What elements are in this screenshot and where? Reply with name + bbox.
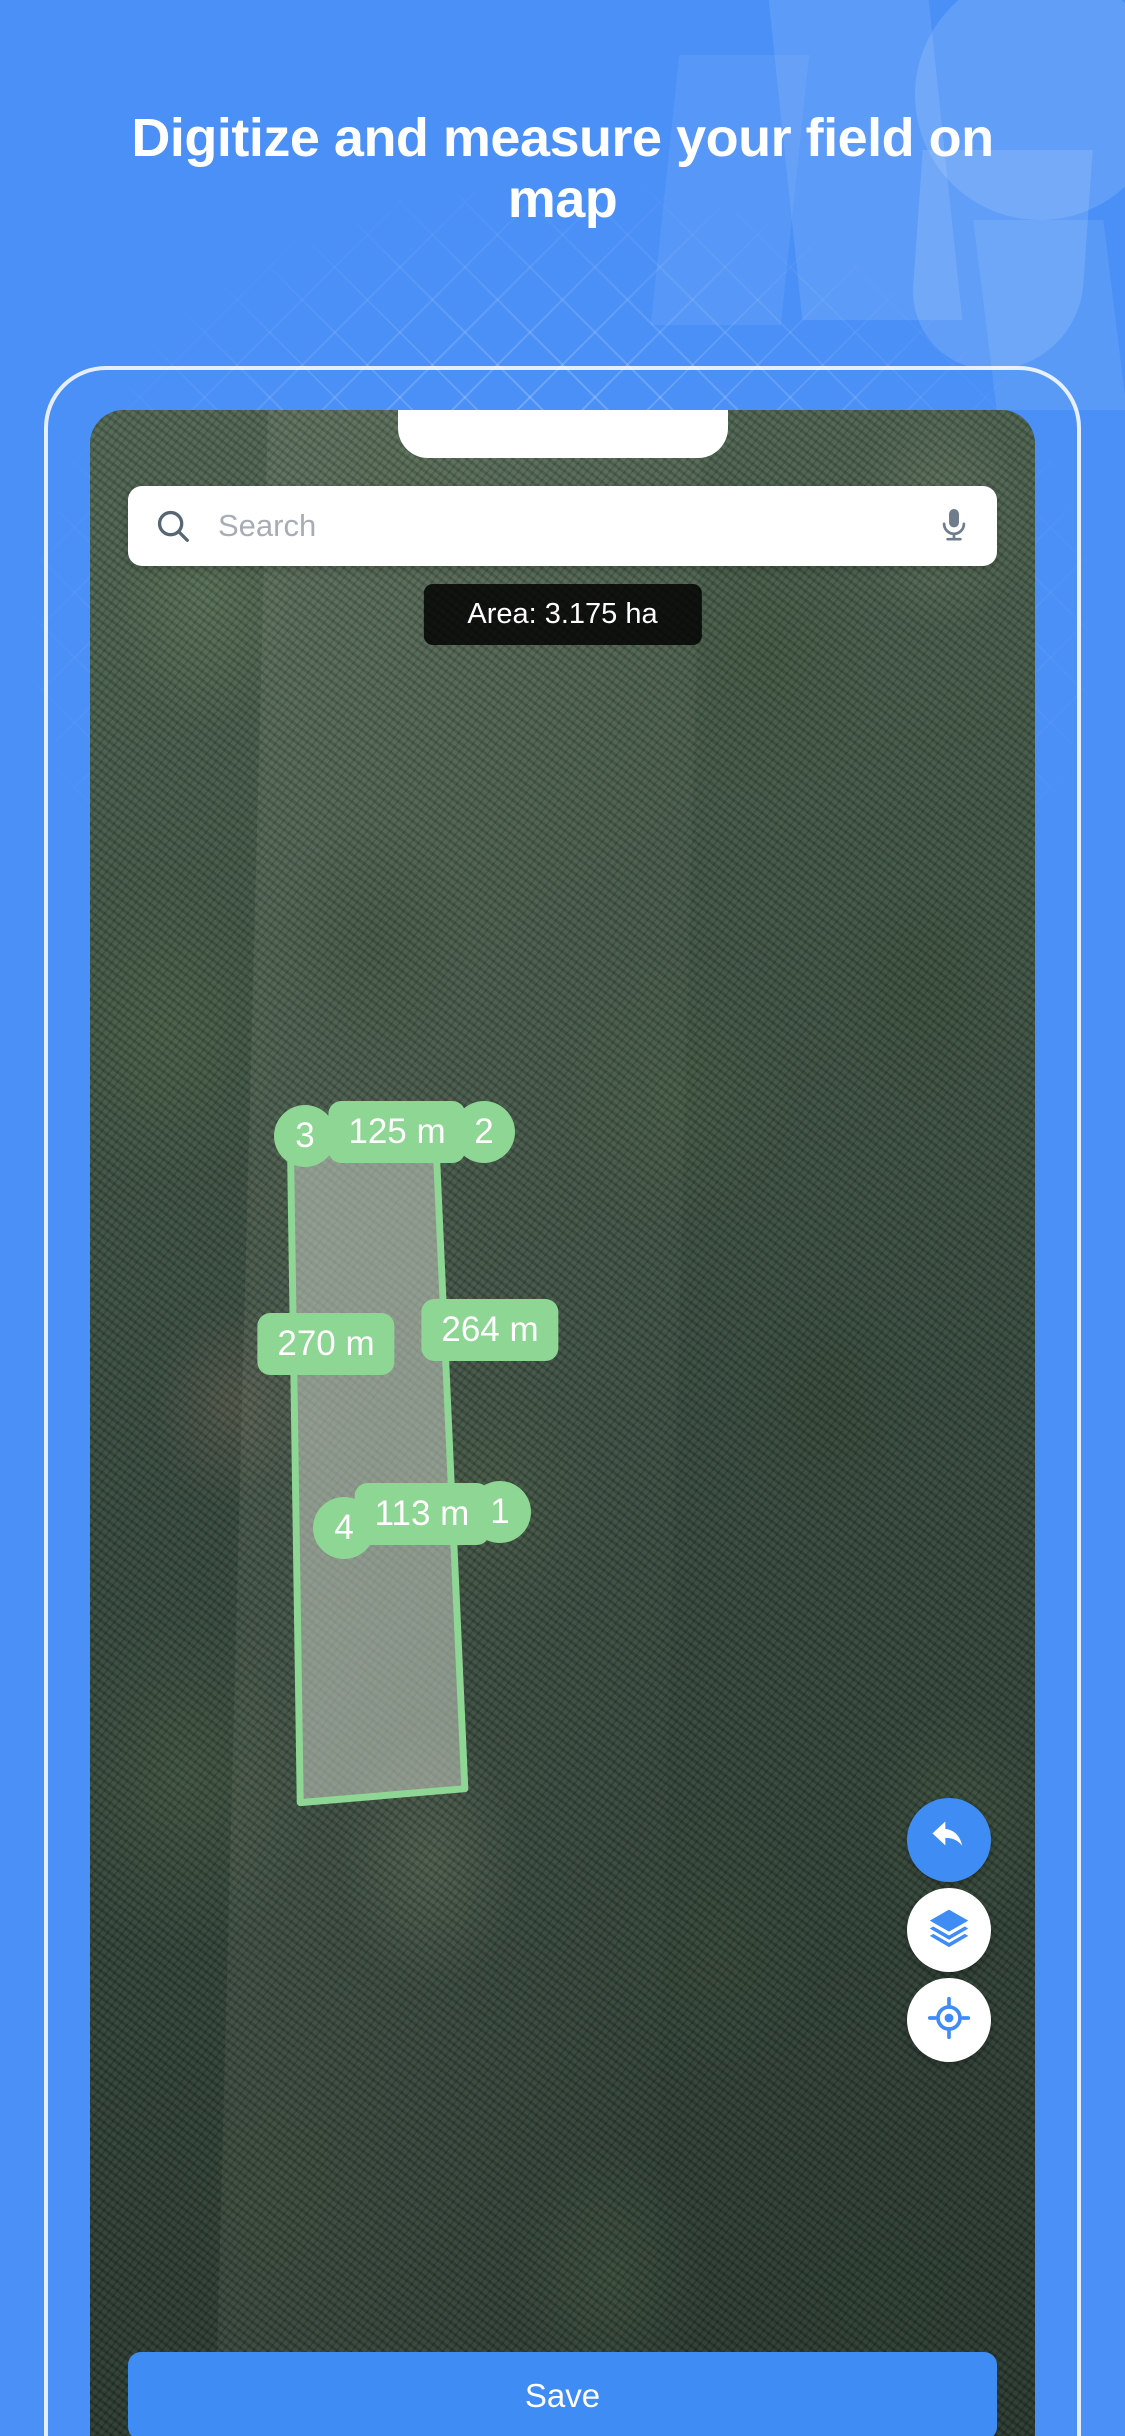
area-badge: Area: 3.175 ha: [423, 584, 702, 645]
phone-notch: [397, 410, 728, 458]
promo-headline: Digitize and measure your field on map: [131, 108, 994, 230]
search-bar[interactable]: Search: [128, 486, 997, 566]
measurement-overlay: 3 2 4 1 125 m 264 m 113 m 270 m: [90, 410, 1035, 2436]
segment-label-left[interactable]: 270 m: [257, 1313, 395, 1375]
segment-label-top[interactable]: 125 m: [328, 1101, 466, 1163]
my-location-icon: [927, 1996, 971, 2045]
layers-icon: [927, 1906, 971, 1955]
segment-label-bottom[interactable]: 113 m: [354, 1483, 490, 1545]
search-icon: [154, 507, 192, 545]
my-location-button[interactable]: [907, 1978, 991, 2062]
phone-screen: Search Area: 3.175 ha 3 2 4 1 125 m 264 …: [90, 410, 1035, 2436]
phone-mockup-frame: Search Area: 3.175 ha 3 2 4 1 125 m 264 …: [44, 366, 1081, 2436]
vertex-marker-3[interactable]: 3: [274, 1105, 336, 1167]
undo-button[interactable]: [907, 1798, 991, 1882]
microphone-icon[interactable]: [937, 504, 971, 548]
map-layers-button[interactable]: [907, 1888, 991, 1972]
undo-arrow-icon: [927, 1816, 971, 1865]
measurement-polygon[interactable]: [90, 410, 1035, 2436]
segment-label-right[interactable]: 264 m: [421, 1299, 559, 1361]
save-button[interactable]: Save: [128, 2352, 997, 2436]
search-input[interactable]: Search: [218, 508, 937, 544]
